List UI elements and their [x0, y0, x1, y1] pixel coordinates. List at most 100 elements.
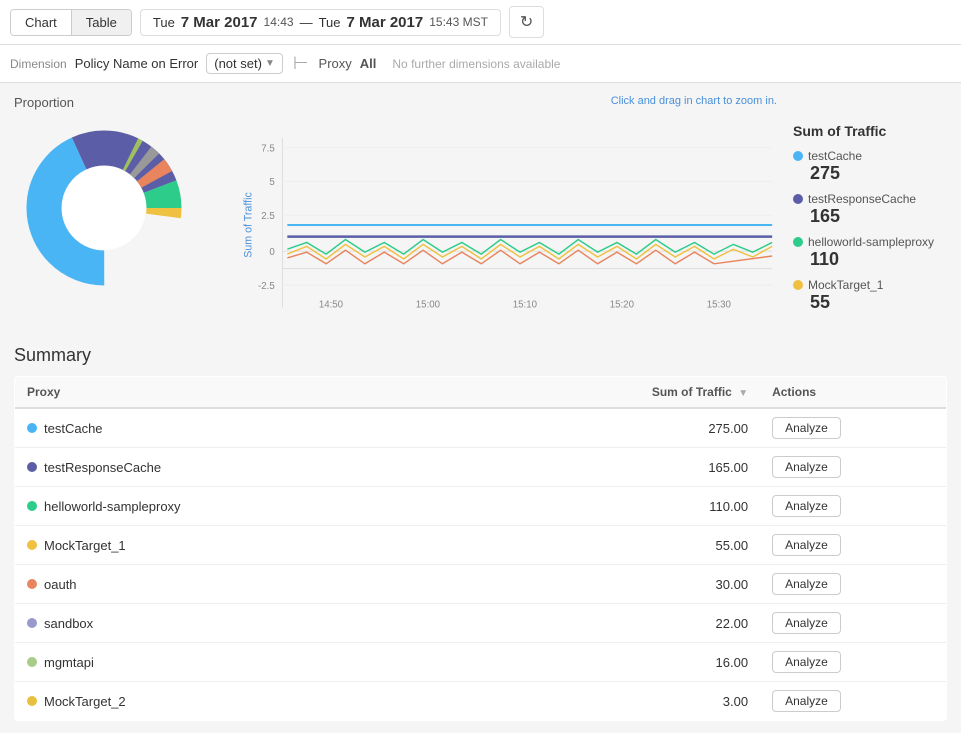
table-row: MockTarget_1 55.00 Analyze: [15, 526, 947, 565]
cell-traffic-2: 110.00: [481, 487, 761, 526]
donut-chart: [14, 118, 194, 298]
analyze-button-3[interactable]: Analyze: [772, 534, 841, 556]
proxy-dot-5: [27, 618, 37, 628]
cell-traffic-6: 16.00: [481, 643, 761, 682]
cell-actions-2: Analyze: [760, 487, 946, 526]
proxy-filter-link[interactable]: Proxy: [319, 56, 352, 71]
start-time: 14:43: [264, 15, 294, 29]
cell-actions-6: Analyze: [760, 643, 946, 682]
table-tab[interactable]: Table: [72, 10, 131, 35]
cell-actions-4: Analyze: [760, 565, 946, 604]
end-date: 7 Mar 2017: [346, 14, 423, 31]
analyze-button-4[interactable]: Analyze: [772, 573, 841, 595]
legend-item-3: MockTarget_1 55: [793, 278, 947, 313]
proxy-dot-4: [27, 579, 37, 589]
proxy-dot-3: [27, 540, 37, 550]
legend-name-0: testCache: [793, 149, 947, 163]
end-time: 15:43 MST: [429, 15, 488, 29]
svg-text:Sum of Traffic: Sum of Traffic: [242, 192, 254, 258]
legend-label-1: testResponseCache: [808, 192, 916, 206]
svg-text:15:20: 15:20: [610, 299, 635, 310]
proxy-dot-6: [27, 657, 37, 667]
table-row: testResponseCache 165.00 Analyze: [15, 448, 947, 487]
legend-value-1: 165: [810, 206, 947, 227]
svg-text:15:30: 15:30: [707, 299, 732, 310]
col-header-proxy: Proxy: [15, 377, 481, 409]
chart-tab[interactable]: Chart: [11, 10, 72, 35]
cell-actions-7: Analyze: [760, 682, 946, 721]
analyze-button-6[interactable]: Analyze: [772, 651, 841, 673]
all-filter-link[interactable]: All: [360, 56, 377, 71]
cell-traffic-7: 3.00: [481, 682, 761, 721]
cell-traffic-3: 55.00: [481, 526, 761, 565]
cell-traffic-4: 30.00: [481, 565, 761, 604]
start-day: Tue: [153, 15, 175, 30]
legend-label-3: MockTarget_1: [808, 278, 883, 292]
cell-traffic-0: 275.00: [481, 408, 761, 448]
dropdown-arrow-icon: ▼: [265, 58, 275, 69]
hierarchy-icon: ⊢: [293, 53, 309, 74]
analyze-button-2[interactable]: Analyze: [772, 495, 841, 517]
proxy-name-6: mgmtapi: [44, 655, 94, 670]
analyze-button-5[interactable]: Analyze: [772, 612, 841, 634]
svg-text:-2.5: -2.5: [258, 281, 275, 292]
legend-item-0: testCache 275: [793, 149, 947, 184]
refresh-button[interactable]: ↻: [509, 6, 544, 38]
cell-traffic-5: 22.00: [481, 604, 761, 643]
svg-text:0: 0: [269, 247, 275, 258]
analyze-button-1[interactable]: Analyze: [772, 456, 841, 478]
filter-bar: Dimension Policy Name on Error (not set)…: [0, 45, 961, 83]
analyze-button-0[interactable]: Analyze: [772, 417, 841, 439]
proxy-name-5: sandbox: [44, 616, 93, 631]
legend-label-0: testCache: [808, 149, 862, 163]
col-header-traffic[interactable]: Sum of Traffic ▼: [481, 377, 761, 409]
legend-item-2: helloworld-sampleproxy 110: [793, 235, 947, 270]
end-day: Tue: [319, 15, 341, 30]
legend-dot-0: [793, 151, 803, 161]
cell-actions-0: Analyze: [760, 408, 946, 448]
cell-proxy-7: MockTarget_2: [15, 682, 481, 721]
cell-proxy-3: MockTarget_1: [15, 526, 481, 565]
proportion-title: Proportion: [14, 95, 214, 110]
view-tabs: Chart Table: [10, 9, 132, 36]
svg-text:7.5: 7.5: [261, 143, 274, 154]
date-range-selector[interactable]: Tue 7 Mar 2017 14:43 — Tue 7 Mar 2017 15…: [140, 9, 501, 36]
analyze-button-7[interactable]: Analyze: [772, 690, 841, 712]
policy-name-filter: Policy Name on Error: [75, 56, 199, 71]
proxy-name-2: helloworld-sampleproxy: [44, 499, 181, 514]
cell-proxy-5: sandbox: [15, 604, 481, 643]
cell-actions-5: Analyze: [760, 604, 946, 643]
proxy-name-1: testResponseCache: [44, 460, 161, 475]
table-row: testCache 275.00 Analyze: [15, 408, 947, 448]
legend-value-2: 110: [810, 249, 947, 270]
legend-name-1: testResponseCache: [793, 192, 947, 206]
charts-row: Proportion: [14, 95, 947, 321]
dimension-label: Dimension: [10, 57, 67, 71]
top-bar: Chart Table Tue 7 Mar 2017 14:43 — Tue 7…: [0, 0, 961, 45]
line-chart[interactable]: 7.5 5 2.5 0 -2.5 14:50 15:00 1: [234, 115, 777, 315]
cell-proxy-6: mgmtapi: [15, 643, 481, 682]
col-header-actions: Actions: [760, 377, 946, 409]
summary-section: Summary Proxy Sum of Traffic ▼ Actions t…: [14, 345, 947, 721]
cell-proxy-4: oauth: [15, 565, 481, 604]
cell-proxy-2: helloworld-sampleproxy: [15, 487, 481, 526]
proxy-name-7: MockTarget_2: [44, 694, 126, 709]
svg-text:15:10: 15:10: [513, 299, 538, 310]
table-row: MockTarget_2 3.00 Analyze: [15, 682, 947, 721]
proxy-dot-7: [27, 696, 37, 706]
svg-text:2.5: 2.5: [261, 211, 274, 222]
legend-label-2: helloworld-sampleproxy: [808, 235, 934, 249]
legend-dot-1: [793, 194, 803, 204]
table-header-row: Proxy Sum of Traffic ▼ Actions: [15, 377, 947, 409]
summary-title: Summary: [14, 345, 947, 366]
legend-dot-3: [793, 280, 803, 290]
svg-text:15:00: 15:00: [416, 299, 441, 310]
col-traffic-label: Sum of Traffic: [652, 385, 732, 399]
legend-value-0: 275: [810, 163, 947, 184]
main-content: Proportion: [0, 83, 961, 733]
legend-name-3: MockTarget_1: [793, 278, 947, 292]
zoom-hint: Click and drag in chart to zoom in.: [611, 95, 777, 107]
summary-table: Proxy Sum of Traffic ▼ Actions testCache…: [14, 376, 947, 721]
not-set-dropdown[interactable]: (not set) ▼: [206, 53, 283, 74]
proxy-name-0: testCache: [44, 421, 103, 436]
